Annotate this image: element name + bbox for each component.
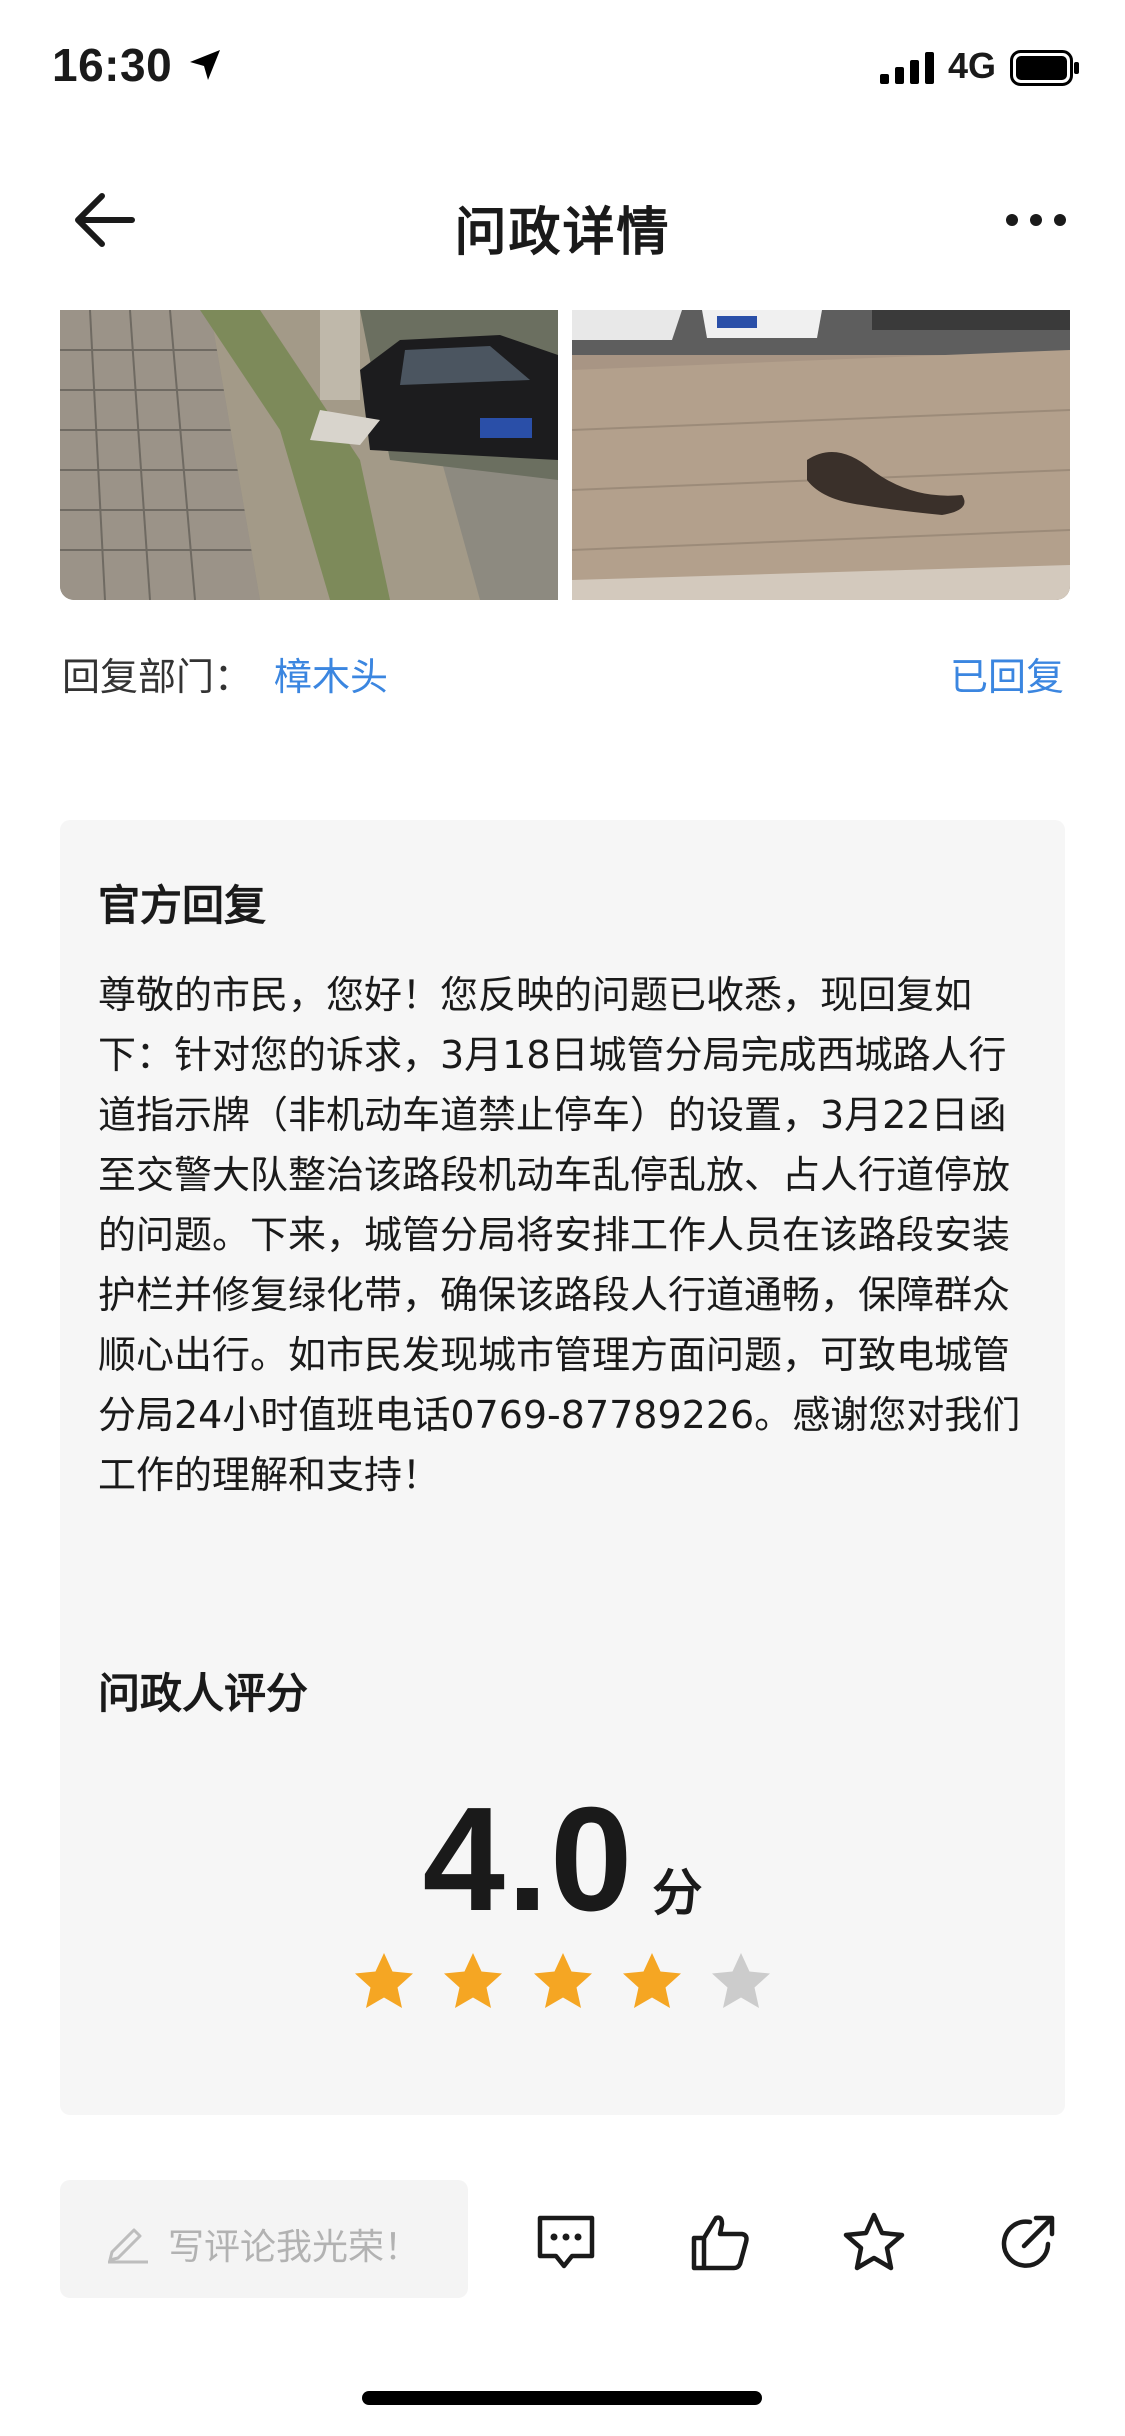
share-icon[interactable] [996, 2210, 1060, 2274]
rating-stars [60, 1950, 1065, 2018]
reply-department-row: 回复部门： 樟木头 已回复 [62, 640, 1064, 700]
star-icon [444, 1953, 503, 2008]
star-icon [533, 1953, 592, 2008]
status-time: 16:30 [52, 39, 173, 91]
comment-icon[interactable] [534, 2210, 598, 2274]
home-indicator[interactable] [362, 2391, 762, 2405]
location-arrow-icon [190, 50, 220, 80]
reply-department-link[interactable]: 樟木头 [274, 646, 388, 701]
more-options-icon[interactable] [1000, 190, 1072, 250]
status-bar: 16:30 4G [0, 0, 1125, 140]
favorite-star-icon[interactable] [842, 2210, 906, 2274]
signal-strength-icon [880, 52, 934, 84]
reply-card: 官方回复 尊敬的市民，您好！您反映的问题已收悉，现回复如下：针对您的诉求，3月1… [60, 820, 1065, 2115]
complaint-photo-1[interactable] [60, 310, 558, 600]
official-reply-heading: 官方回复 [98, 881, 267, 930]
battery-icon [1010, 50, 1079, 86]
star-icon [355, 1953, 414, 2008]
comment-placeholder: 写评论我光荣！ [168, 2227, 421, 2268]
official-reply-body: 尊敬的市民，您好！您反映的问题已收悉，现回复如下：针对您的诉求，3月18日城管分… [98, 973, 1021, 1497]
screen: 16:30 4G 问政详情 回复部门： 樟木头 已回复 官方回复 尊敬的市民，您… [0, 0, 1125, 2436]
nav-bar: 问政详情 [0, 160, 1125, 280]
star-icon [622, 1953, 681, 2008]
score-unit: 分 [652, 1864, 703, 1922]
complaint-photo-2[interactable] [572, 310, 1070, 600]
reply-department-label: 回复部门： [62, 655, 253, 699]
reply-status: 已回复 [949, 655, 1064, 699]
like-icon[interactable] [688, 2210, 752, 2274]
rating-heading: 问政人评分 [98, 1669, 309, 1718]
pencil-icon [108, 2228, 148, 2264]
score-number: 4.0 [422, 1777, 635, 1942]
rating-score: 4.0 分 [60, 1775, 1065, 1945]
network-label: 4G [948, 45, 997, 86]
page-title: 问政详情 [454, 203, 671, 263]
comment-input[interactable]: 写评论我光荣！ [60, 2180, 468, 2298]
star-icon [711, 1953, 770, 2008]
